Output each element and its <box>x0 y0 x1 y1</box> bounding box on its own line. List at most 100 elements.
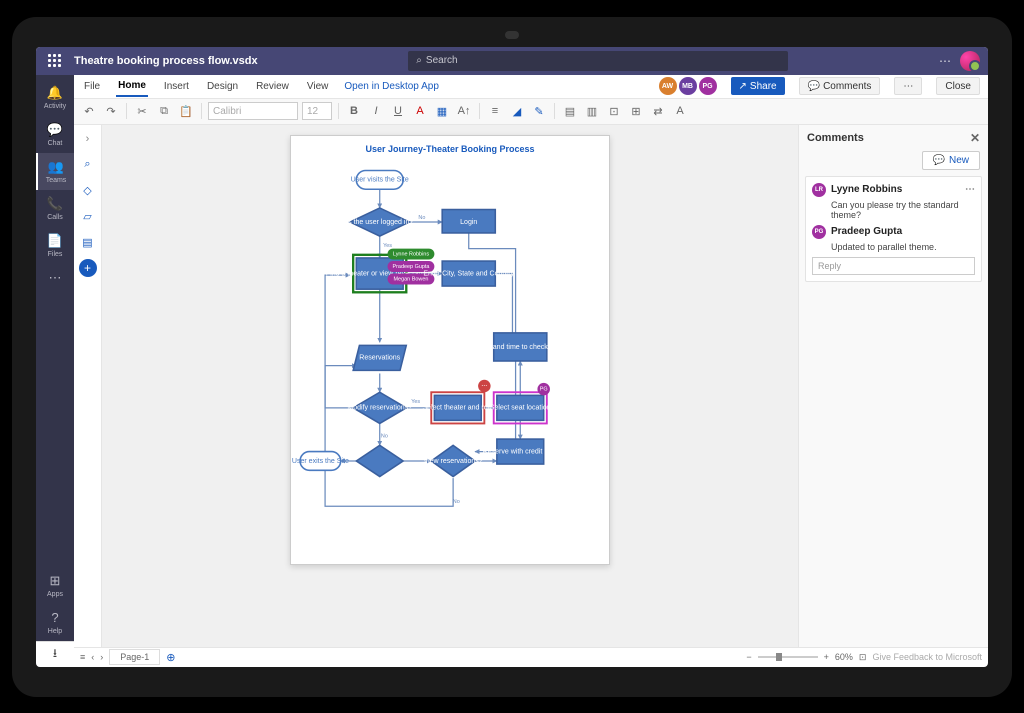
close-button[interactable]: Close <box>936 77 980 95</box>
drawing-canvas[interactable]: User Journey-Theater Booking Process <box>102 125 798 647</box>
zoom-in-button[interactable]: + <box>824 652 829 662</box>
zoom-out-button[interactable]: − <box>746 652 751 662</box>
rail-files[interactable]: 📄 Files <box>36 227 74 264</box>
files-icon: 📄 <box>47 233 63 249</box>
svg-text:Yes: Yes <box>383 242 392 248</box>
tab-home[interactable]: Home <box>116 76 148 97</box>
presence-aw[interactable]: AW <box>659 77 677 95</box>
paste-button[interactable]: 📋 <box>177 102 195 120</box>
comments-header: Comments <box>807 132 864 144</box>
zoom-level[interactable]: 60% <box>835 652 853 662</box>
copy-button[interactable]: ⧉ <box>155 102 173 120</box>
prev-page-button[interactable]: ‹ <box>91 652 94 662</box>
reply-input[interactable]: Reply <box>812 257 975 275</box>
page-tab[interactable]: Page-1 <box>109 649 160 665</box>
comments-button[interactable]: 💬Comments <box>799 77 881 95</box>
shapes-search-button[interactable]: ⌕ <box>78 155 98 175</box>
arrange-button[interactable]: ⊞ <box>627 102 645 120</box>
rail-more[interactable]: ⋯ <box>36 264 74 292</box>
new-comment-icon: 💬 <box>933 155 945 166</box>
new-comment-button[interactable]: 💬New <box>922 151 980 170</box>
svg-text:⋯: ⋯ <box>481 382 487 389</box>
comments-pane: Comments ✕ 💬New LR Lyyne Robbins ⋯ Can yo… <box>798 125 988 647</box>
tab-design[interactable]: Design <box>205 77 240 96</box>
shapes-stencil3-button[interactable]: ▤ <box>78 233 98 253</box>
fontsize-select[interactable]: 12 <box>302 102 332 120</box>
more-icon: ⋯ <box>47 270 63 286</box>
rail-calls[interactable]: 📞Calls <box>36 190 74 227</box>
connector-button[interactable]: ⇄ <box>649 102 667 120</box>
titlebar-more-icon[interactable]: ⋯ <box>939 54 952 68</box>
undo-button[interactable]: ↶ <box>80 102 98 120</box>
rail-activity[interactable]: 🔔Activity <box>36 79 74 116</box>
apps-icon: ⊞ <box>47 573 63 589</box>
shapes-collapse-button[interactable]: › <box>78 129 98 149</box>
rail-teams[interactable]: 👥Teams <box>36 153 74 190</box>
svg-text:Reserve with credit card: Reserve with credit card <box>483 448 558 455</box>
feedback-link[interactable]: Give Feedback to Microsoft <box>872 652 982 662</box>
svg-text:Enter date and time to check a: Enter date and time to check availabilit… <box>458 343 582 350</box>
open-desktop-link[interactable]: Open in Desktop App <box>344 81 439 92</box>
flowchart: User visits the Site Is the user logged … <box>291 158 609 564</box>
search-input[interactable]: ⌕ Search <box>408 51 788 71</box>
send-back-button[interactable]: ▥ <box>583 102 601 120</box>
user-avatar[interactable] <box>960 51 980 71</box>
rail-apps[interactable]: ⊞ Apps <box>36 567 74 604</box>
rail-activity-label: Activity <box>44 103 66 110</box>
download-icon: ⭳ <box>53 644 57 665</box>
shapes-stencil2-button[interactable]: ▱ <box>78 207 98 227</box>
font-select[interactable]: Calibri <box>208 102 298 120</box>
fontsize-inc-button[interactable]: A↑ <box>455 102 473 120</box>
svg-text:Yes: Yes <box>411 399 420 405</box>
presence-mb[interactable]: MB <box>679 77 697 95</box>
cut-button[interactable]: ✂ <box>133 102 151 120</box>
comment-text-1: Can you please try the standard theme? <box>831 200 975 220</box>
zoom-slider[interactable] <box>758 656 818 658</box>
rail-help[interactable]: ?Help <box>36 604 74 641</box>
shapes-add-button[interactable]: + <box>79 259 97 277</box>
svg-text:Select seat location: Select seat location <box>490 404 551 411</box>
rail-chat[interactable]: 💬Chat <box>36 116 74 153</box>
italic-button[interactable]: I <box>367 102 385 120</box>
comment-thread[interactable]: LR Lyyne Robbins ⋯ Can you please try th… <box>805 176 982 282</box>
comment-more-icon[interactable]: ⋯ <box>965 184 975 195</box>
svg-text:No: No <box>418 214 425 220</box>
underline-button[interactable]: U <box>389 102 407 120</box>
presence-pg[interactable]: PG <box>699 77 717 95</box>
text-button[interactable]: A <box>671 102 689 120</box>
tab-insert[interactable]: Insert <box>162 77 191 96</box>
fit-page-button[interactable]: ⊡ <box>859 652 867 663</box>
app-launcher-icon[interactable] <box>44 51 64 71</box>
svg-text:Modify reservations?: Modify reservations? <box>347 404 412 411</box>
add-page-button[interactable]: ⊕ <box>166 651 175 664</box>
tab-file[interactable]: File <box>82 77 102 96</box>
tab-review[interactable]: Review <box>254 77 291 96</box>
group-button[interactable]: ⊡ <box>605 102 623 120</box>
close-comments-button[interactable]: ✕ <box>970 131 980 145</box>
rail-apps-label: Apps <box>47 591 63 598</box>
tab-view[interactable]: View <box>305 77 331 96</box>
comment-avatar-2: PG <box>812 225 826 239</box>
svg-text:Select theater and role: Select theater and role <box>423 404 494 411</box>
shapes-stencil1-button[interactable]: ◇ <box>78 181 98 201</box>
sheet-list-icon[interactable]: ≡ <box>80 652 85 662</box>
font-color-button[interactable]: A <box>411 102 429 120</box>
line-button[interactable]: ✎ <box>530 102 548 120</box>
svg-text:Pradeep Gupta: Pradeep Gupta <box>392 263 430 269</box>
chat-icon: 💬 <box>47 122 63 138</box>
comment-author-2: Pradeep Gupta <box>831 226 902 237</box>
search-placeholder: Search <box>426 55 458 66</box>
drawing-page[interactable]: User Journey-Theater Booking Process <box>290 135 610 565</box>
ribbon-more-button[interactable]: ⋯ <box>894 77 922 95</box>
rail-files-label: Files <box>48 251 63 258</box>
share-button[interactable]: ↗Share <box>731 77 785 95</box>
bring-front-button[interactable]: ▤ <box>561 102 579 120</box>
next-page-button[interactable]: › <box>100 652 103 662</box>
highlight-button[interactable]: ▦ <box>433 102 451 120</box>
redo-button[interactable]: ↷ <box>102 102 120 120</box>
download-button[interactable]: ⭳ <box>36 641 74 667</box>
fill-button[interactable]: ◢ <box>508 102 526 120</box>
align-button[interactable]: ≡ <box>486 102 504 120</box>
search-icon: ⌕ <box>416 55 422 66</box>
bold-button[interactable]: B <box>345 102 363 120</box>
